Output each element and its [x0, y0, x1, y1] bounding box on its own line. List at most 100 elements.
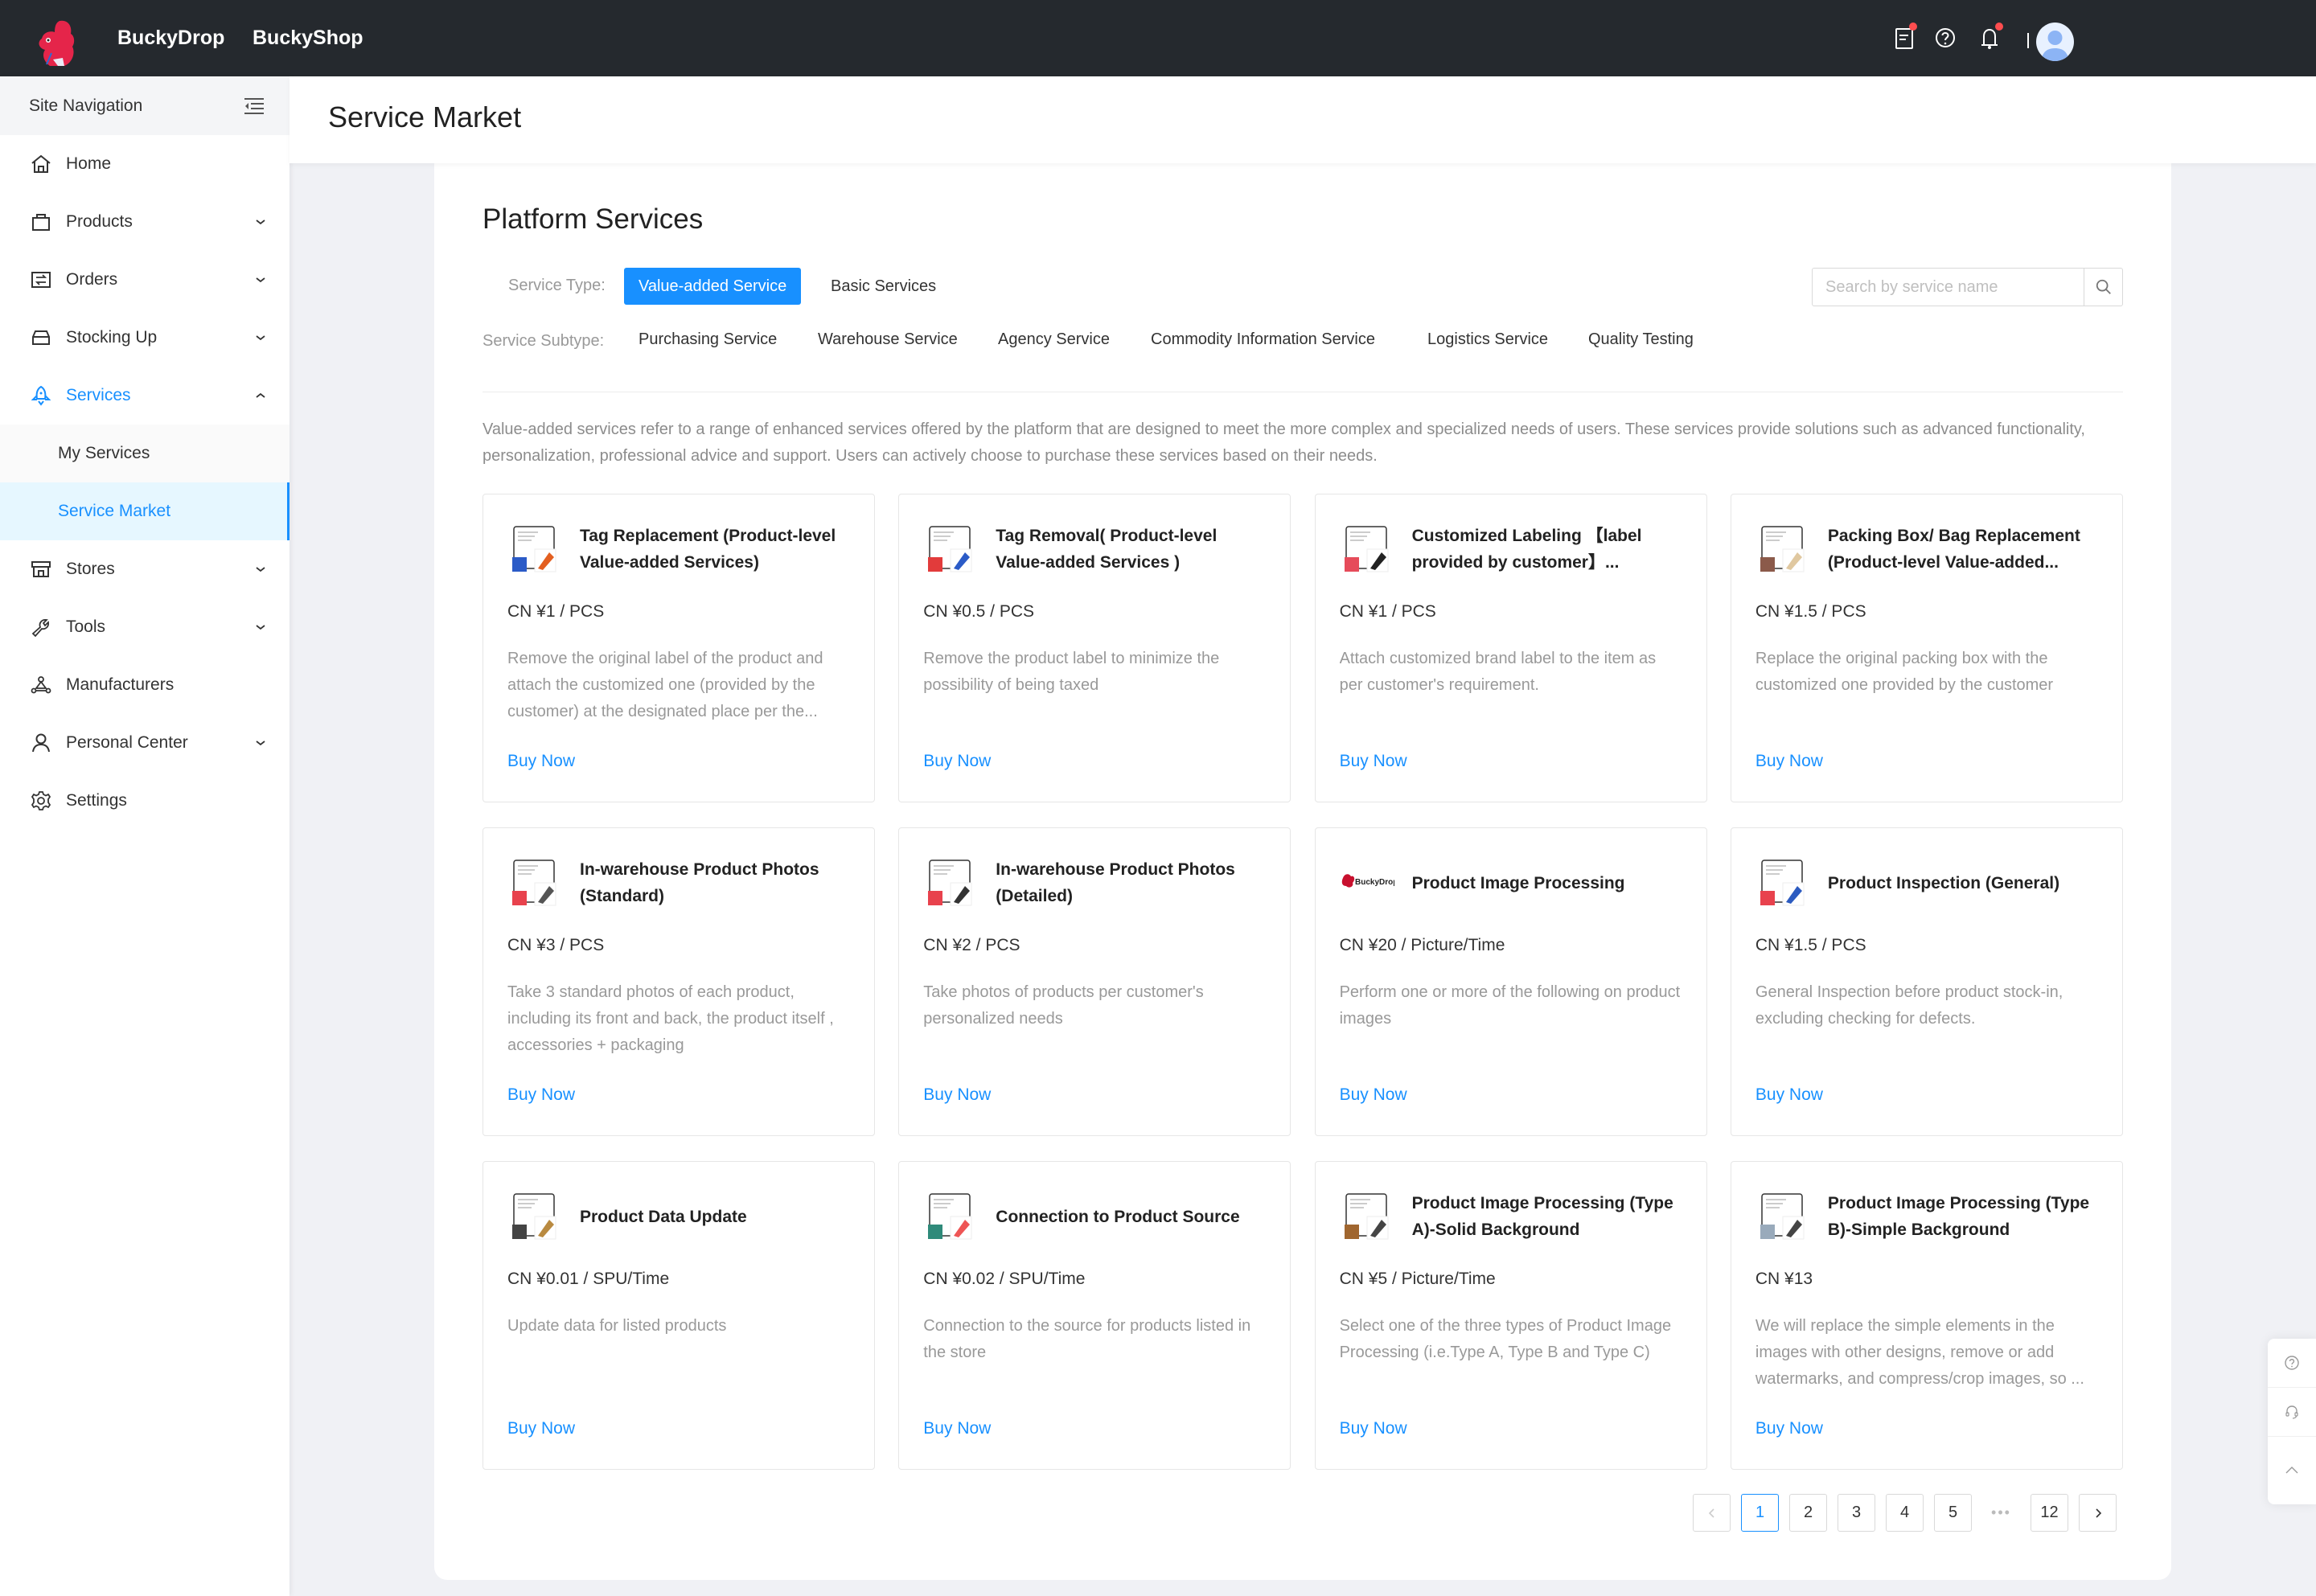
- service-card[interactable]: In-warehouse Product Photos (Standard) C…: [482, 827, 875, 1136]
- service-card[interactable]: In-warehouse Product Photos (Detailed) C…: [898, 827, 1291, 1136]
- sidebar-item-my-services[interactable]: My Services: [0, 425, 290, 482]
- buy-now-link[interactable]: Buy Now: [1340, 1085, 1407, 1105]
- card-header: Product Image Processing (Type B)-Simple…: [1755, 1186, 2100, 1247]
- card-price: CN ¥1.5 / PCS: [1755, 602, 1866, 621]
- card-title[interactable]: Customized Labeling 【label provided by c…: [1412, 523, 1684, 576]
- buy-now-link[interactable]: Buy Now: [923, 752, 991, 771]
- card-description: Perform one or more of the following on …: [1339, 983, 1681, 1028]
- service-card[interactable]: Product Inspection (General) CN ¥1.5 / P…: [1730, 827, 2123, 1136]
- orders-icon: [29, 268, 53, 292]
- sidebar-item-home[interactable]: Home: [0, 135, 290, 193]
- service-card[interactable]: Customized Labeling 【label provided by c…: [1314, 494, 1707, 802]
- card-description: Attach customized brand label to the ite…: [1339, 650, 1657, 694]
- search-button[interactable]: [2084, 269, 2122, 306]
- card-title[interactable]: Tag Removal( Product-level Value-added S…: [996, 523, 1267, 576]
- page-button[interactable]: 1: [1741, 1494, 1779, 1532]
- chevron-down-icon: [256, 625, 265, 630]
- avatar[interactable]: [2036, 23, 2074, 61]
- buy-now-link[interactable]: Buy Now: [1340, 1419, 1407, 1438]
- collapse-menu-icon[interactable]: [243, 96, 265, 116]
- page-button[interactable]: 2: [1789, 1494, 1827, 1532]
- sidebar-item-orders[interactable]: Orders: [0, 251, 290, 309]
- service-type-value-added[interactable]: Value-added Service: [624, 268, 802, 305]
- floating-help-button[interactable]: [2268, 1339, 2316, 1388]
- chevron-down-icon: [256, 220, 265, 225]
- sidebar-item-services[interactable]: Services: [0, 367, 290, 425]
- back-to-top-button[interactable]: [2268, 1437, 2316, 1504]
- card-description: Remove the product label to minimize the…: [923, 650, 1220, 694]
- service-cards-grid: Tag Replacement (Product-level Value-add…: [482, 494, 2123, 1470]
- service-thumbnail: [1755, 1189, 1810, 1244]
- card-title[interactable]: Product Image Processing (Type A)-Solid …: [1412, 1190, 1684, 1243]
- subtype-purchasing[interactable]: Purchasing Service: [639, 330, 777, 349]
- service-card[interactable]: Tag Removal( Product-level Value-added S…: [898, 494, 1291, 802]
- brand-buckydrop[interactable]: BuckyDrop: [117, 0, 224, 76]
- buy-now-link[interactable]: Buy Now: [1755, 1419, 1823, 1438]
- buy-now-link[interactable]: Buy Now: [507, 1085, 575, 1105]
- page-button[interactable]: 5: [1934, 1494, 1972, 1532]
- sidebar-item-service-market[interactable]: Service Market: [0, 482, 290, 540]
- page-button[interactable]: 3: [1838, 1494, 1875, 1532]
- sidebar-item-products[interactable]: Products: [0, 193, 290, 251]
- card-header: In-warehouse Product Photos (Standard): [507, 852, 852, 913]
- sidebar-item-personal-center[interactable]: Personal Center: [0, 714, 290, 772]
- buy-now-link[interactable]: Buy Now: [1755, 1085, 1823, 1105]
- subtype-warehouse[interactable]: Warehouse Service: [818, 330, 958, 349]
- card-header: BuckyDrop Product Image Processing: [1340, 852, 1684, 913]
- card-description: Remove the original label of the product…: [507, 650, 823, 720]
- service-card[interactable]: Tag Replacement (Product-level Value-add…: [482, 494, 875, 802]
- service-type-basic[interactable]: Basic Services: [816, 268, 951, 305]
- sidebar-item-tools[interactable]: Tools: [0, 598, 290, 656]
- service-card[interactable]: BuckyDrop Product Image Processing CN ¥2…: [1314, 827, 1707, 1136]
- service-card[interactable]: Packing Box/ Bag Replacement (Product-le…: [1730, 494, 2123, 802]
- page-button[interactable]: 4: [1886, 1494, 1924, 1532]
- sidebar-item-label: Manufacturers: [66, 675, 175, 694]
- subtype-quality-testing[interactable]: Quality Testing: [1588, 330, 1694, 349]
- service-card[interactable]: Product Image Processing (Type B)-Simple…: [1730, 1161, 2123, 1470]
- sidebar-item-stores[interactable]: Stores: [0, 540, 290, 598]
- card-title[interactable]: In-warehouse Product Photos (Standard): [580, 856, 852, 909]
- card-header: Product Data Update: [507, 1186, 852, 1247]
- card-title[interactable]: In-warehouse Product Photos (Detailed): [996, 856, 1267, 909]
- buy-now-link[interactable]: Buy Now: [507, 752, 575, 771]
- sidebar-item-settings[interactable]: Settings: [0, 772, 290, 830]
- buckydrop-logo[interactable]: [35, 18, 80, 68]
- buy-now-link[interactable]: Buy Now: [923, 1419, 991, 1438]
- card-title[interactable]: Product Inspection (General): [1828, 870, 2059, 896]
- sidebar-item-manufacturers[interactable]: Manufacturers: [0, 656, 290, 714]
- buy-now-link[interactable]: Buy Now: [507, 1419, 575, 1438]
- svg-text:BuckyDrop: BuckyDrop: [1355, 878, 1394, 887]
- sidebar-item-label: Orders: [66, 270, 118, 289]
- page-button[interactable]: 12: [2031, 1494, 2068, 1532]
- card-header: In-warehouse Product Photos (Detailed): [923, 852, 1267, 913]
- floating-support-button[interactable]: [2268, 1388, 2316, 1437]
- service-card[interactable]: Product Data Update CN ¥0.01 / SPU/Time …: [482, 1161, 875, 1470]
- inbox-icon: [29, 326, 53, 350]
- buy-now-link[interactable]: Buy Now: [1340, 752, 1407, 771]
- card-title[interactable]: Product Image Processing (Type B)-Simple…: [1828, 1190, 2100, 1243]
- page-header: Service Market: [290, 76, 2316, 163]
- sidebar-item-stocking-up[interactable]: Stocking Up: [0, 309, 290, 367]
- card-title[interactable]: Connection to Product Source: [996, 1204, 1239, 1230]
- search-input[interactable]: [1813, 269, 2084, 306]
- card-price: CN ¥13: [1755, 1270, 1813, 1288]
- service-card[interactable]: Connection to Product Source CN ¥0.02 / …: [898, 1161, 1291, 1470]
- brand-buckyshop[interactable]: BuckyShop: [253, 0, 363, 76]
- subtype-logistics[interactable]: Logistics Service: [1427, 330, 1548, 349]
- service-thumbnail: [923, 522, 978, 576]
- card-title[interactable]: Tag Replacement (Product-level Value-add…: [580, 523, 852, 576]
- buy-now-link[interactable]: Buy Now: [923, 1085, 991, 1105]
- buy-now-link[interactable]: Buy Now: [1755, 752, 1823, 771]
- chevron-down-icon: [256, 277, 265, 283]
- card-description: Take photos of products per customer's p…: [923, 983, 1204, 1028]
- next-page-button[interactable]: [2079, 1494, 2117, 1532]
- pagination-ellipsis[interactable]: •••: [1982, 1504, 2020, 1521]
- help-icon[interactable]: [1933, 24, 1957, 51]
- card-title[interactable]: Product Image Processing: [1412, 870, 1625, 896]
- card-title[interactable]: Packing Box/ Bag Replacement (Product-le…: [1828, 523, 2100, 576]
- card-title[interactable]: Product Data Update: [580, 1204, 747, 1230]
- subtype-agency[interactable]: Agency Service: [998, 330, 1110, 349]
- subtype-commodity-information[interactable]: Commodity Information Service: [1151, 330, 1375, 349]
- service-card[interactable]: Product Image Processing (Type A)-Solid …: [1314, 1161, 1707, 1470]
- prev-page-button[interactable]: [1693, 1494, 1731, 1532]
